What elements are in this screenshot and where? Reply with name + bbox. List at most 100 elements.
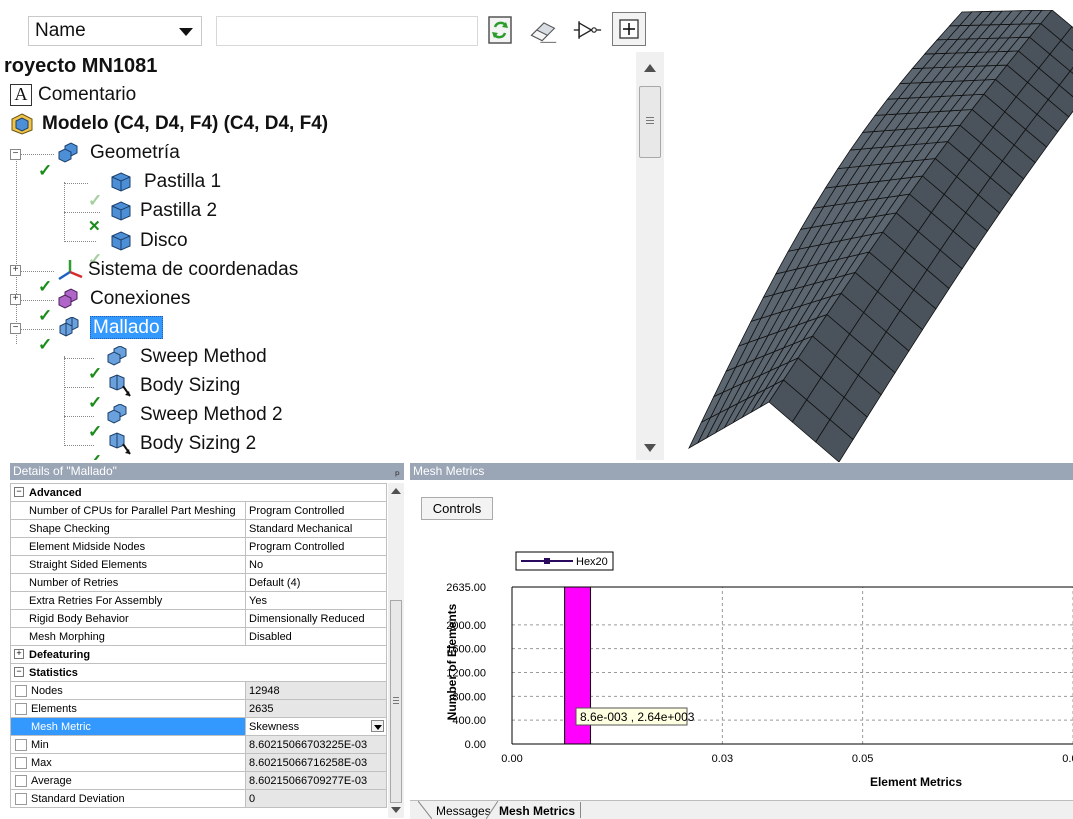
details-property-name[interactable]: Average [10,771,246,790]
details-property-name[interactable]: Mesh Metric [10,717,246,736]
details-section-header[interactable]: Statistics − [10,663,387,682]
expand-toggle-icon[interactable]: + [10,265,21,276]
chevron-down-icon[interactable] [179,28,193,36]
tree-item-geometry[interactable]: Geometría [56,140,180,166]
details-property-value[interactable]: 8.60215066703225E-03 [245,735,387,754]
details-row[interactable]: Number of Retries Default (4) [10,573,387,592]
details-row[interactable]: Element Midside Nodes Program Controlled [10,537,387,556]
tree-item-connections[interactable]: Conexiones [56,286,190,312]
chart-legend[interactable]: Hex20 [515,551,614,571]
expand-toggle-icon[interactable]: + [10,294,21,305]
collapse-toggle-icon[interactable]: − [14,667,24,677]
details-property-name[interactable]: Rigid Body Behavior [10,609,246,628]
tree-item-body-sizing-2[interactable]: Body Sizing 2 [104,431,256,457]
details-property-name[interactable]: Min [10,735,246,754]
scroll-thumb[interactable] [639,86,661,158]
details-property-value[interactable]: 12948 [245,681,387,700]
details-row[interactable]: Standard Deviation 0 [10,789,387,808]
chevron-down-icon[interactable] [371,720,384,732]
collapse-toggle-icon[interactable]: − [10,149,21,160]
details-property-value[interactable]: 8.60215066716258E-03 [245,753,387,772]
collapse-toggle-icon[interactable]: − [14,487,24,497]
details-property-name[interactable]: Number of Retries [10,573,246,592]
tree-item-sweep-method-2[interactable]: Sweep Method 2 [104,402,283,428]
details-property-name[interactable]: Mesh Morphing [10,627,246,646]
filter-icon[interactable] [572,14,602,46]
details-property-value[interactable]: 0 [245,789,387,808]
details-row[interactable]: Mesh Morphing Disabled [10,627,387,646]
scroll-down-icon[interactable] [644,444,656,452]
tree-item-model[interactable]: Modelo (C4, D4, F4) (C4, D4, F4) [10,111,328,137]
details-row[interactable]: Elements 2635 [10,699,387,718]
details-property-value[interactable]: Yes [245,591,387,610]
details-property-value[interactable]: Dimensionally Reduced [245,609,387,628]
expand-toggle-icon[interactable]: + [14,649,24,659]
refresh-icon[interactable] [486,14,516,46]
details-section-header[interactable]: Advanced − [10,483,387,502]
tree-item-sweep-method[interactable]: Sweep Method [104,344,267,370]
tree-item-comment[interactable]: A Comentario [10,82,136,108]
tree-item-project[interactable]: royecto MN1081 [4,53,157,79]
scroll-up-icon[interactable] [644,64,656,72]
tree-item-disco[interactable]: Disco [110,228,188,254]
name-filter-select[interactable]: Name [28,16,202,46]
graphics-viewport[interactable] [677,10,1073,462]
scroll-thumb[interactable] [390,600,402,803]
details-property-name[interactable]: Shape Checking [10,519,246,538]
details-property-name[interactable]: Max [10,753,246,772]
details-property-name[interactable]: Elements [10,699,246,718]
scroll-up-icon[interactable] [391,488,401,494]
details-section-header[interactable]: Defeaturing + [10,645,387,664]
details-property-name[interactable]: Nodes [10,681,246,700]
details-row[interactable]: Mesh Metric Skewness [10,717,387,736]
collapse-toggle-icon[interactable]: − [10,323,21,334]
tree-item-pastilla-1[interactable]: Pastilla 1 [110,169,221,195]
parameter-checkbox[interactable] [15,775,27,787]
details-property-value[interactable]: Program Controlled [245,501,387,520]
details-property-name[interactable]: Number of CPUs for Parallel Part Meshing [10,501,246,520]
details-scrollbar[interactable] [388,483,404,818]
details-property-value[interactable]: Disabled [245,627,387,646]
details-row[interactable]: Number of CPUs for Parallel Part Meshing… [10,501,387,520]
details-property-name[interactable]: Extra Retries For Assembly [10,591,246,610]
details-property-value[interactable]: Skewness [245,717,387,736]
pin-icon[interactable]: ₚ [395,463,400,480]
tree-item-pastilla-2[interactable]: Pastilla 2 [110,198,217,224]
parameter-checkbox[interactable] [15,739,27,751]
tree-item-coordinate-systems[interactable]: Sistema de coordenadas [56,257,298,283]
details-section-label[interactable]: Advanced − [10,483,387,502]
details-row[interactable]: Max 8.60215066716258E-03 [10,753,387,772]
details-property-value[interactable]: Program Controlled [245,537,387,556]
tab-mesh-metrics[interactable]: Mesh Metrics [499,803,575,819]
details-row[interactable]: Min 8.60215066703225E-03 [10,735,387,754]
details-row[interactable]: Rigid Body Behavior Dimensionally Reduced [10,609,387,628]
details-property-value[interactable]: 8.60215066709277E-03 [245,771,387,790]
tab-messages[interactable]: Messages [436,803,491,819]
details-section-label[interactable]: Statistics − [10,663,387,682]
search-input[interactable] [216,16,478,46]
details-row[interactable]: Shape Checking Standard Mechanical [10,519,387,538]
expand-all-icon[interactable] [612,12,646,46]
details-row[interactable]: Average 8.60215066709277E-03 [10,771,387,790]
parameter-checkbox[interactable] [15,685,27,697]
details-property-value[interactable]: No [245,555,387,574]
details-property-name[interactable]: Element Midside Nodes [10,537,246,556]
eraser-icon[interactable] [528,14,558,46]
parameter-checkbox[interactable] [15,793,27,805]
details-property-name[interactable]: Straight Sided Elements [10,555,246,574]
tree-item-mesh[interactable]: Mallado [56,315,163,341]
parameter-checkbox[interactable] [15,703,27,715]
details-property-value[interactable]: 2635 [245,699,387,718]
details-row[interactable]: Extra Retries For Assembly Yes [10,591,387,610]
details-row[interactable]: Nodes 12948 [10,681,387,700]
details-row[interactable]: Straight Sided Elements No [10,555,387,574]
details-section-label[interactable]: Defeaturing + [10,645,387,664]
details-property-value[interactable]: Default (4) [245,573,387,592]
details-property-value[interactable]: Standard Mechanical [245,519,387,538]
controls-button[interactable]: Controls [421,497,493,520]
parameter-checkbox[interactable] [15,757,27,769]
scroll-down-icon[interactable] [391,807,401,813]
details-property-name[interactable]: Standard Deviation [10,789,246,808]
tree-scrollbar[interactable] [636,52,664,460]
tree-item-body-sizing[interactable]: Body Sizing [104,373,240,399]
